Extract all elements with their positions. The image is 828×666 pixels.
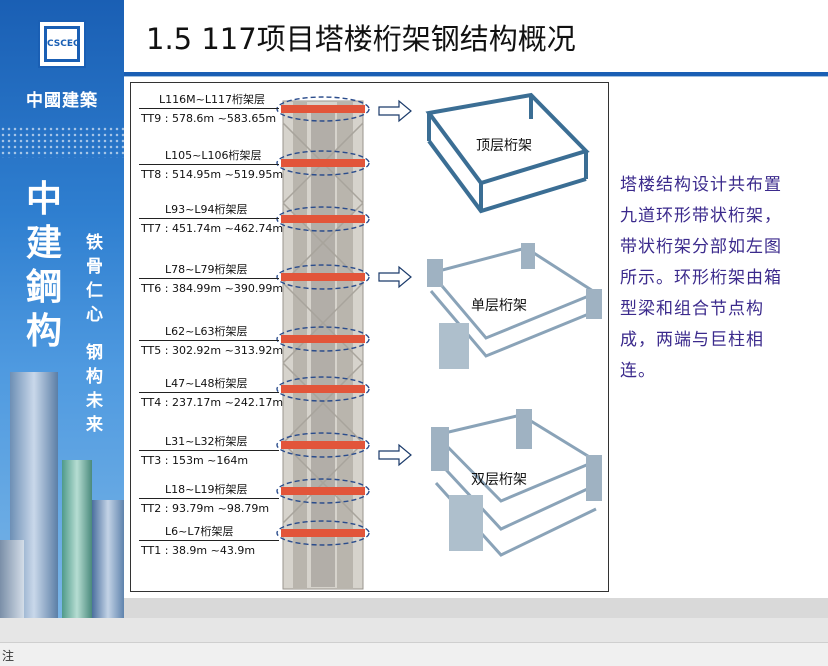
motto-char-3: 仁 bbox=[86, 281, 103, 301]
level-elevation-1: TT9 : 578.6m ~583.65m bbox=[141, 112, 277, 125]
level-separator-9 bbox=[139, 540, 279, 541]
brand-name: 中國建築 bbox=[26, 91, 98, 111]
level-separator-2 bbox=[139, 164, 279, 165]
truss-band-4 bbox=[281, 273, 365, 281]
level-elevation-9: TT1 : 38.9m ~43.9m bbox=[141, 544, 256, 557]
truss-type-label-double: 双层桁架 bbox=[471, 472, 527, 488]
level-elevation-7: TT3 : 153m ~164m bbox=[141, 454, 249, 467]
truss-type-label-top: 顶层桁架 bbox=[476, 138, 532, 154]
sidebar-banner: CSCEC 中國建築 中 建 鋼 构 铁 骨 仁 心 钢 构 未 来 bbox=[0, 0, 124, 618]
level-separator-8 bbox=[139, 498, 279, 499]
level-separator-7 bbox=[139, 450, 279, 451]
slide-footer-band bbox=[124, 598, 828, 618]
slide: CSCEC 中國建築 中 建 鋼 构 铁 骨 仁 心 钢 构 未 来 1.5 1… bbox=[0, 0, 828, 618]
skyline-tower-2 bbox=[62, 460, 92, 618]
level-floors-7: L31~L32桁架层 bbox=[165, 435, 248, 448]
notes-label: 注 bbox=[2, 649, 15, 663]
skyline-tower-4 bbox=[0, 540, 24, 618]
level-floors-4: L78~L79桁架层 bbox=[165, 263, 248, 276]
sidebar-char-4: 构 bbox=[26, 310, 63, 352]
motto-char-8: 来 bbox=[86, 415, 103, 435]
description-text: 塔楼结构设计共布置九道环形带状桁架，带状桁架分部如左图所示。环形桁架由箱型梁和组… bbox=[620, 175, 782, 381]
level-separator-4 bbox=[139, 278, 279, 279]
truss-band-2 bbox=[281, 159, 365, 167]
cscec-logo: CSCEC bbox=[38, 20, 86, 68]
motto-char-5: 钢 bbox=[86, 343, 103, 363]
level-floors-1: L116M~L117桁架层 bbox=[159, 93, 265, 106]
level-floors-5: L62~L63桁架层 bbox=[165, 325, 248, 338]
level-elevation-2: TT8 : 514.95m ~519.95m bbox=[141, 168, 284, 181]
motto-char-7: 未 bbox=[86, 391, 103, 411]
truss-figure: L116M~L117桁架层 TT9 : 578.6m ~583.65m L105~L… bbox=[130, 82, 609, 592]
level-separator-5 bbox=[139, 340, 279, 341]
truss-band-1 bbox=[281, 105, 365, 113]
level-separator-6 bbox=[139, 392, 279, 393]
truss-type-label-single: 单层桁架 bbox=[471, 298, 527, 314]
motto-char-4: 心 bbox=[86, 305, 103, 325]
truss-band-3 bbox=[281, 215, 365, 223]
truss-band-5 bbox=[281, 335, 365, 343]
skyline-tower-3 bbox=[92, 500, 124, 618]
level-floors-6: L47~L48桁架层 bbox=[165, 377, 248, 390]
level-elevation-6: TT4 : 237.17m ~242.17m bbox=[141, 396, 284, 409]
page-title: 1.5 117项目塔楼桁架钢结构概况 bbox=[146, 22, 576, 56]
motto-char-2: 骨 bbox=[86, 257, 103, 277]
notes-pane[interactable]: 注 bbox=[0, 642, 828, 666]
truss-band-9 bbox=[281, 529, 365, 537]
level-separator-3 bbox=[139, 218, 279, 219]
editor-gap bbox=[0, 618, 828, 642]
motto-char-1: 铁 bbox=[86, 233, 103, 253]
truss-band-6 bbox=[281, 385, 365, 393]
level-elevation-3: TT7 : 451.74m ~462.74m bbox=[141, 222, 284, 235]
dot-pattern bbox=[0, 126, 124, 158]
truss-band-7 bbox=[281, 441, 365, 449]
title-divider-thin bbox=[124, 76, 828, 77]
level-elevation-5: TT5 : 302.92m ~313.92m bbox=[141, 344, 284, 357]
level-elevation-4: TT6 : 384.99m ~390.99m bbox=[141, 282, 284, 295]
level-separator-1 bbox=[139, 108, 279, 109]
level-floors-2: L105~L106桁架层 bbox=[165, 149, 262, 162]
level-elevation-8: TT2 : 93.79m ~98.79m bbox=[141, 502, 270, 515]
level-floors-8: L18~L19桁架层 bbox=[165, 483, 248, 496]
level-floors-9: L6~L7桁架层 bbox=[165, 525, 234, 538]
truss-band-8 bbox=[281, 487, 365, 495]
cscec-logo-text: CSCEC bbox=[44, 26, 80, 62]
level-floors-3: L93~L94桁架层 bbox=[165, 203, 248, 216]
motto-char-6: 构 bbox=[86, 367, 103, 387]
